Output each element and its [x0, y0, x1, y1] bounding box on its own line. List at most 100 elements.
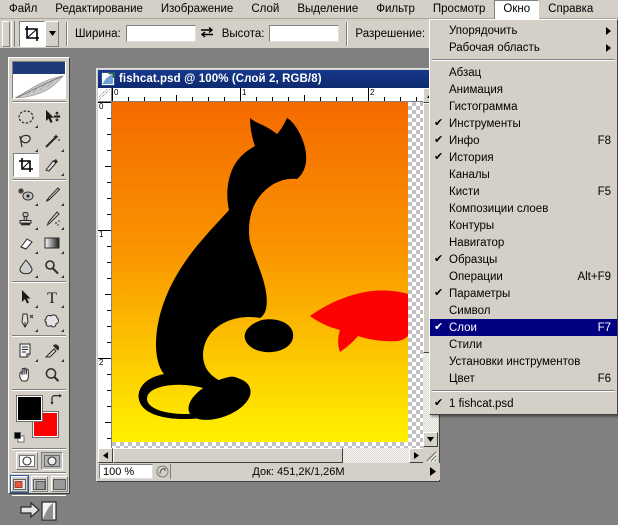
menu-item-label: Кисти: [449, 185, 480, 198]
tool-row: T: [9, 285, 69, 309]
tool-eyedropper[interactable]: [39, 339, 65, 363]
menu-title-1[interactable]: Редактирование: [46, 0, 152, 19]
tool-preset-dropdown[interactable]: [45, 20, 59, 47]
menu-item-6[interactable]: ✔ Инструменты: [430, 115, 617, 132]
menu-item-18[interactable]: ✔ Слои F7: [430, 319, 617, 336]
tool-slice[interactable]: [39, 153, 65, 177]
tool-move[interactable]: [39, 105, 65, 129]
width-input[interactable]: [124, 24, 197, 43]
clone-stamp-icon: [19, 212, 32, 226]
menu-title-5[interactable]: Фильтр: [367, 0, 424, 19]
ruler-corner[interactable]: [98, 88, 112, 102]
menu-item-3[interactable]: Абзац: [430, 64, 617, 81]
ruler-label: 1: [99, 230, 104, 239]
menu-item-0[interactable]: Упорядочить: [430, 22, 617, 39]
menu-item-14[interactable]: ✔ Образцы: [430, 251, 617, 268]
menu-item-16[interactable]: ✔ Параметры: [430, 285, 617, 302]
tool-crop[interactable]: [13, 153, 39, 177]
menu-item-20[interactable]: Установки инструментов: [430, 353, 617, 370]
tool-eraser[interactable]: [13, 231, 39, 255]
elliptical-marquee-icon: [18, 110, 34, 124]
horizontal-scroll-thumb[interactable]: [113, 448, 343, 463]
ruler-corner-icon: [98, 88, 111, 101]
menu-item-4[interactable]: Анимация: [430, 81, 617, 98]
tool-gradient[interactable]: [39, 231, 65, 255]
menu-title-8[interactable]: Справка: [539, 0, 602, 19]
hand-tool-icon: [19, 367, 29, 382]
vertical-ruler[interactable]: 0 1 2: [98, 102, 112, 448]
document-horizontal-scrollbar[interactable]: [98, 448, 424, 463]
tool-magic-wand[interactable]: [39, 129, 65, 153]
menu-item-7[interactable]: ✔ Инфо F8: [430, 132, 617, 149]
tool-zoom[interactable]: [39, 363, 65, 387]
tool-row: [9, 105, 69, 129]
document-title-bar[interactable]: fishcat.psd @ 100% (Слой 2, RGB/8): [98, 70, 438, 88]
menu-item-8[interactable]: ✔ История: [430, 149, 617, 166]
horizontal-scroll-track[interactable]: [343, 448, 409, 463]
current-tool-preview[interactable]: [19, 20, 45, 47]
scroll-down-button[interactable]: [423, 432, 438, 447]
menu-item-10[interactable]: Кисти F5: [430, 183, 617, 200]
canvas-viewport[interactable]: [112, 102, 424, 448]
menu-item-17[interactable]: Символ: [430, 302, 617, 319]
menu-item-15[interactable]: Операции Alt+F9: [430, 268, 617, 285]
menu-item-12[interactable]: Контуры: [430, 217, 617, 234]
width-label: Ширина:: [75, 27, 121, 40]
menu-title-4[interactable]: Выделение: [288, 0, 367, 19]
default-colors-button[interactable]: [14, 432, 25, 443]
standard-mode-button[interactable]: [15, 452, 38, 470]
menu-item-5[interactable]: Гистограмма: [430, 98, 617, 115]
menu-title-3[interactable]: Слой: [242, 0, 288, 19]
menu-title-2[interactable]: Изображение: [152, 0, 242, 19]
menu-item-21[interactable]: Цвет F6: [430, 370, 617, 387]
menu-title-7[interactable]: Окно: [494, 0, 540, 19]
full-screen-mode-button[interactable]: [50, 476, 68, 492]
menu-item-label: Стили: [449, 338, 483, 351]
menu-item-19[interactable]: Стили: [430, 336, 617, 353]
menu-item-11[interactable]: Композиции слоев: [430, 200, 617, 217]
tool-healing-brush[interactable]: [13, 183, 39, 207]
options-bar-drag-handle[interactable]: [2, 20, 10, 47]
tool-custom-shape[interactable]: [39, 309, 65, 333]
scroll-left-button[interactable]: [98, 448, 113, 463]
quick-mask-mode-button[interactable]: [40, 452, 63, 470]
svg-text:T: T: [47, 290, 57, 305]
ruler-tick: [107, 374, 111, 375]
tool-lasso[interactable]: [13, 129, 39, 153]
image-canvas[interactable]: [112, 102, 408, 442]
menu-item-23[interactable]: ✔ 1 fishcat.psd: [430, 395, 617, 412]
horizontal-ruler[interactable]: 0 1 2: [112, 88, 424, 102]
tool-notes[interactable]: [13, 339, 39, 363]
standard-screen-mode-button[interactable]: [9, 475, 29, 493]
options-bar-drag-handle-2[interactable]: [11, 20, 15, 47]
tool-paint-brush[interactable]: [39, 183, 65, 207]
tool-clone-stamp[interactable]: [13, 207, 39, 231]
height-input[interactable]: [268, 24, 341, 43]
eyedropper-icon: [44, 344, 60, 358]
tool-blur[interactable]: [13, 255, 39, 279]
default-colors-icon: [14, 432, 25, 443]
menu-title-0[interactable]: Файл: [0, 0, 46, 19]
tool-history-brush[interactable]: [39, 207, 65, 231]
full-screen-menubar-mode-button[interactable]: [30, 476, 48, 492]
status-menu-button[interactable]: [426, 467, 440, 476]
tool-path-selection[interactable]: [13, 285, 39, 309]
swap-dimensions-button[interactable]: [200, 26, 214, 41]
ruler-tick: [107, 278, 111, 279]
foreground-color-swatch[interactable]: [16, 395, 43, 422]
tool-dodge[interactable]: [39, 255, 65, 279]
status-size-grip[interactable]: [154, 464, 170, 479]
tool-pen[interactable]: [13, 309, 39, 333]
scroll-right-button[interactable]: [409, 448, 424, 463]
tool-type[interactable]: T: [39, 285, 65, 309]
jump-to-imageready-button[interactable]: [16, 498, 62, 524]
tool-hand[interactable]: [13, 363, 39, 387]
menu-title-6[interactable]: Просмотр: [424, 0, 495, 19]
zoom-level-field[interactable]: 100 %: [99, 464, 153, 479]
menu-item-1[interactable]: Рабочая область: [430, 39, 617, 56]
menu-item-9[interactable]: Каналы: [430, 166, 617, 183]
menu-item-13[interactable]: Навигатор: [430, 234, 617, 251]
swap-colors-button[interactable]: [49, 394, 63, 409]
tool-elliptical-marquee[interactable]: [13, 105, 39, 129]
check-icon: ✔: [434, 151, 444, 163]
